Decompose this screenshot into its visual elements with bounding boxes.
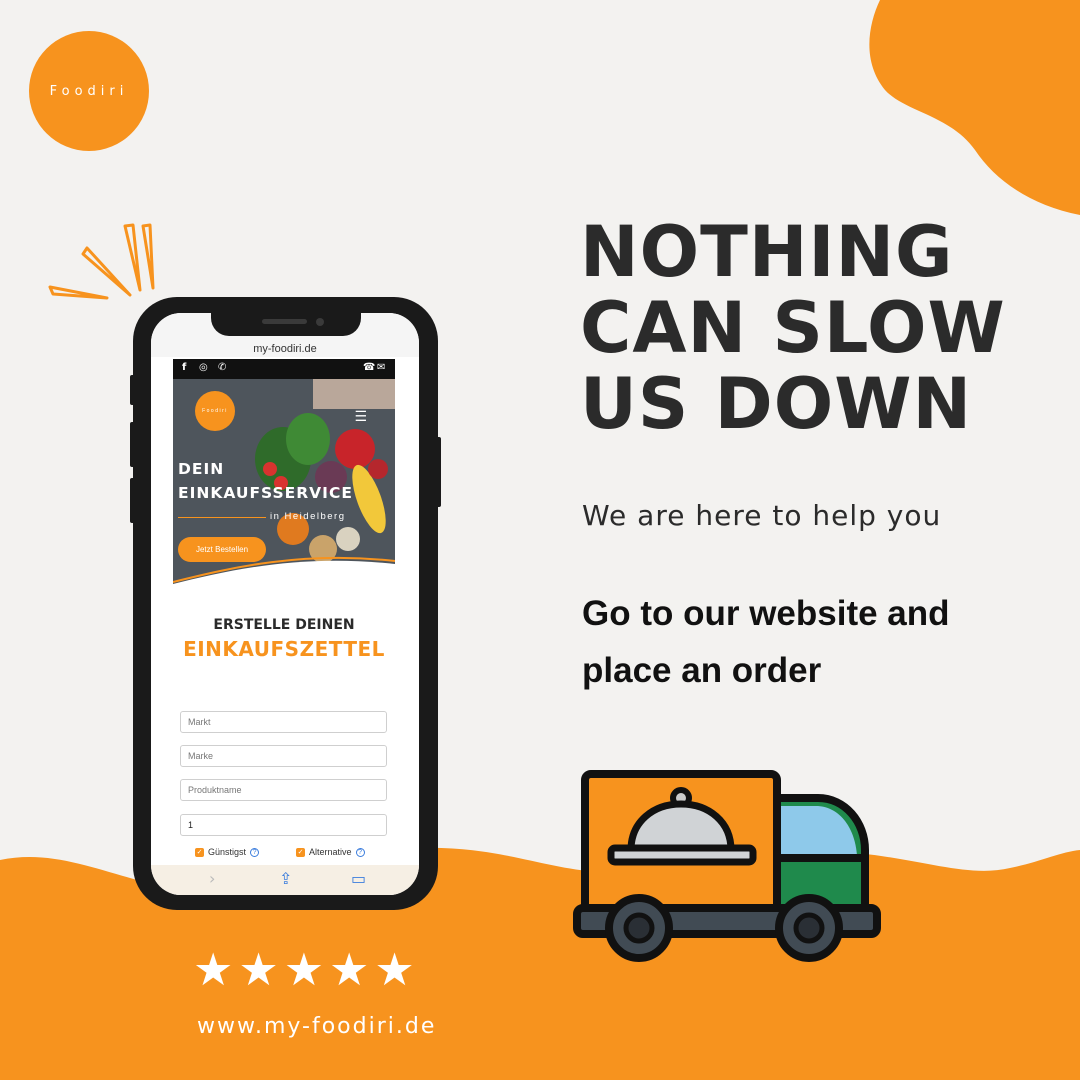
cheapest-checkbox[interactable]: ✓ Günstigst ? bbox=[195, 847, 260, 857]
headline: NOTHING CAN SLOW US DOWN bbox=[580, 214, 1050, 442]
phone-speaker bbox=[262, 319, 307, 324]
product-name-field[interactable]: Produktname bbox=[180, 779, 387, 801]
call-to-action: Go to our website and place an order bbox=[582, 585, 1022, 699]
brand-field[interactable]: Marke bbox=[180, 745, 387, 767]
help-icon[interactable]: ? bbox=[355, 847, 365, 857]
website-preview: f ◎ ✆ ☎ ✉ Foodiri ☰ DEIN EINKAUFSSERVICE… bbox=[173, 359, 395, 895]
phone-camera bbox=[316, 318, 324, 326]
poster: Foodiri NOTHING CAN SLOW US DOWN We are … bbox=[0, 0, 1080, 1080]
subline: We are here to help you bbox=[582, 499, 942, 532]
phone-notch bbox=[211, 300, 361, 336]
headline-line-3: US DOWN bbox=[580, 363, 973, 445]
brand-logo-text: Foodiri bbox=[49, 83, 129, 99]
order-now-button[interactable]: Jetzt Bestellen bbox=[178, 537, 266, 562]
whatsapp-icon[interactable]: ✆ bbox=[218, 362, 226, 373]
share-icon[interactable]: ⇪ bbox=[279, 869, 292, 888]
list-heading-1: ERSTELLE DEINEN bbox=[213, 617, 355, 633]
facebook-icon[interactable]: f bbox=[182, 362, 186, 373]
instagram-icon[interactable]: ◎ bbox=[199, 362, 208, 373]
star-icon: ★ bbox=[238, 943, 279, 996]
star-icon: ★ bbox=[329, 943, 370, 996]
phone-icon[interactable]: ☎ bbox=[363, 362, 375, 373]
list-heading-2: EINKAUFSZETTEL bbox=[183, 637, 385, 661]
hero-banner: Foodiri ☰ DEIN EINKAUFSSERVICE in Heidel… bbox=[173, 379, 395, 603]
forward-icon[interactable]: › bbox=[209, 869, 215, 888]
address-bar-url: my-foodiri.de bbox=[253, 343, 317, 355]
star-icon: ★ bbox=[193, 943, 234, 996]
checkbox-checked-icon: ✓ bbox=[296, 847, 305, 857]
headline-line-1: NOTHING bbox=[580, 211, 954, 293]
top-right-blob bbox=[869, 0, 1080, 215]
phone-screen: my-foodiri.de f ◎ ✆ ☎ ✉ Foodiri ☰ DEIN E… bbox=[151, 313, 419, 895]
site-logo[interactable]: Foodiri bbox=[195, 391, 235, 431]
hero-title-line-1: DEIN bbox=[178, 460, 225, 478]
help-icon[interactable]: ? bbox=[250, 847, 260, 857]
cta-line-1: Go to our website and bbox=[582, 594, 950, 633]
bookmarks-icon[interactable]: ▭ bbox=[351, 869, 366, 888]
hero-title: DEIN EINKAUFSSERVICE bbox=[178, 457, 378, 505]
website-url[interactable]: www.my-foodiri.de bbox=[197, 1014, 436, 1039]
headline-line-2: CAN SLOW bbox=[580, 287, 1006, 369]
alternative-checkbox[interactable]: ✓ Alternative ? bbox=[296, 847, 365, 857]
cta-line-2: place an order bbox=[582, 651, 822, 690]
browser-toolbar: › ⇪ ▭ bbox=[151, 865, 419, 895]
alternative-label: Alternative bbox=[309, 847, 352, 857]
brand-logo[interactable]: Foodiri bbox=[29, 31, 149, 151]
market-field[interactable]: Markt bbox=[180, 711, 387, 733]
star-icon: ★ bbox=[374, 943, 415, 996]
site-top-bar: f ◎ ✆ ☎ ✉ bbox=[173, 359, 395, 379]
delivery-truck-icon bbox=[573, 770, 881, 962]
quantity-field[interactable]: 1 bbox=[180, 814, 387, 836]
hamburger-menu-icon[interactable]: ☰ bbox=[354, 409, 367, 425]
checkbox-checked-icon: ✓ bbox=[195, 847, 204, 857]
mail-icon[interactable]: ✉ bbox=[377, 362, 385, 373]
five-star-rating: ★ ★ ★ ★ ★ bbox=[193, 947, 415, 992]
hero-divider bbox=[178, 517, 266, 518]
star-icon: ★ bbox=[283, 943, 325, 996]
hero-subtitle: in Heidelberg bbox=[270, 511, 346, 522]
burst-lines-decoration bbox=[48, 223, 155, 300]
cheapest-label: Günstigst bbox=[208, 847, 247, 857]
hero-title-line-2: EINKAUFSSERVICE bbox=[178, 484, 353, 502]
